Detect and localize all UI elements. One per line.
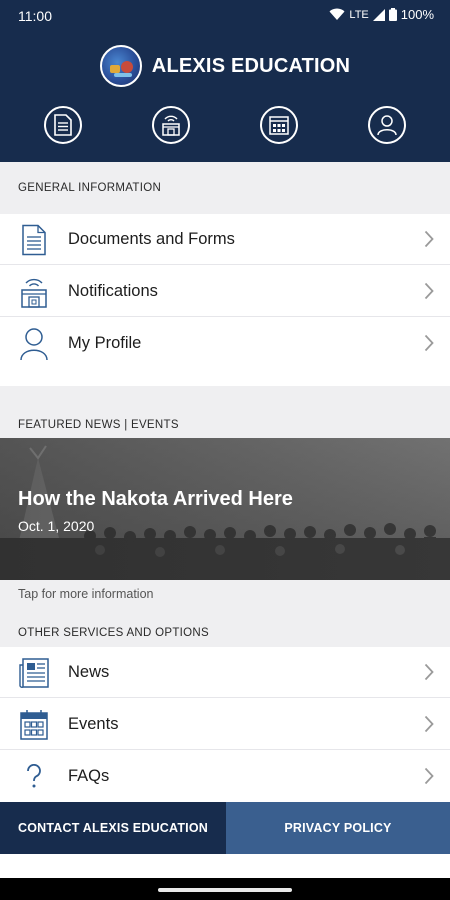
document-icon	[54, 114, 72, 136]
question-icon	[18, 760, 50, 794]
menu-item-events[interactable]: Events	[0, 699, 450, 750]
home-gesture-handle[interactable]	[158, 888, 292, 892]
menu-item-label: Events	[68, 715, 119, 733]
quick-documents-button[interactable]	[44, 106, 82, 144]
quick-notifications-button[interactable]	[152, 106, 190, 144]
battery-icon	[388, 8, 397, 21]
user-icon	[376, 114, 398, 136]
app-header: 11:00 LTE 100% ALEXIS EDUCATION	[0, 0, 450, 162]
menu-item-faqs[interactable]: FAQs	[0, 751, 450, 802]
contact-button[interactable]: CONTACT ALEXIS EDUCATION	[0, 802, 226, 854]
quick-actions	[0, 106, 450, 146]
signal-icon	[372, 8, 385, 21]
notification-building-icon	[18, 275, 50, 309]
featured-section-heading: FEATURED NEWS | EVENTS	[18, 419, 179, 431]
app-title: ALEXIS EDUCATION	[151, 54, 351, 77]
status-bar: 11:00 LTE 100%	[0, 0, 450, 32]
wifi-icon	[329, 8, 345, 21]
status-time: 11:00	[18, 8, 52, 24]
notification-building-icon	[160, 114, 182, 136]
calendar-icon	[268, 114, 290, 136]
footer-actions: CONTACT ALEXIS EDUCATION PRIVACY POLICY	[0, 802, 450, 854]
menu-item-label: Notifications	[68, 282, 158, 300]
menu-item-label: News	[68, 663, 110, 681]
privacy-policy-button[interactable]: PRIVACY POLICY	[226, 802, 450, 854]
chevron-right-icon	[424, 230, 434, 253]
menu-item-label: Documents and Forms	[68, 230, 235, 248]
brand: ALEXIS EDUCATION	[0, 44, 450, 88]
chevron-right-icon	[424, 715, 434, 738]
general-section-heading: GENERAL INFORMATION	[18, 182, 162, 194]
menu-item-label: My Profile	[68, 334, 142, 352]
featured-news-title[interactable]: How the Nakota Arrived Here	[18, 488, 293, 511]
chevron-right-icon	[424, 767, 434, 790]
menu-item-notifications[interactable]: Notifications	[0, 266, 450, 317]
tap-hint: Tap for more information	[18, 587, 154, 601]
menu-item-label: FAQs	[68, 767, 110, 785]
alexis-logo	[99, 45, 142, 87]
quick-calendar-button[interactable]	[260, 106, 298, 144]
chevron-right-icon	[424, 663, 434, 686]
user-icon	[18, 327, 50, 361]
document-icon	[18, 223, 50, 257]
menu-item-profile[interactable]: My Profile	[0, 318, 450, 369]
status-indicators: LTE 100%	[329, 7, 434, 22]
calendar-icon	[18, 708, 50, 742]
network-type: LTE	[349, 8, 369, 21]
chevron-right-icon	[424, 282, 434, 305]
featured-news-date: Oct. 1, 2020	[18, 518, 95, 534]
quick-profile-button[interactable]	[368, 106, 406, 144]
menu-item-news[interactable]: News	[0, 647, 450, 698]
newspaper-icon	[18, 656, 50, 690]
other-section-heading: OTHER SERVICES AND OPTIONS	[18, 627, 209, 639]
battery-level: 100%	[400, 7, 434, 22]
system-navigation-bar	[0, 878, 450, 900]
menu-item-documents[interactable]: Documents and Forms	[0, 214, 450, 265]
chevron-right-icon	[424, 334, 434, 357]
